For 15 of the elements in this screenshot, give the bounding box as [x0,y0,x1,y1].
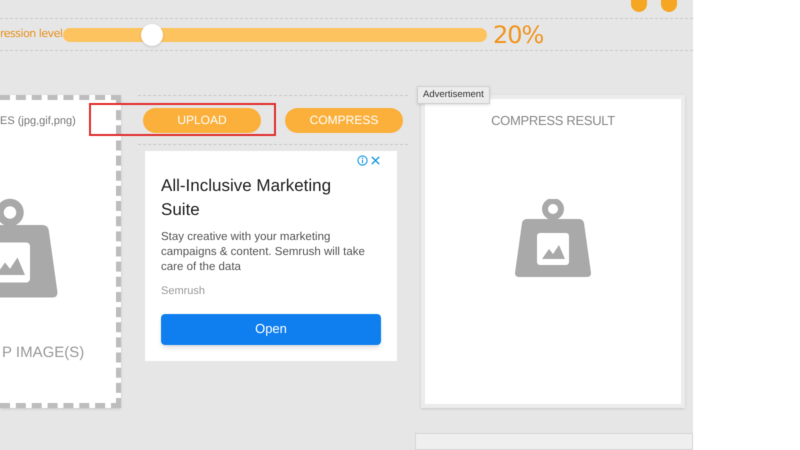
close-icon[interactable] [370,155,381,166]
compression-percent: 20% [493,20,544,51]
slider-label: ression level [0,26,63,42]
ad-body: Stay creative with your marketing campaigns & content. Semrush will take care of the data [161,230,366,276]
drop-zone[interactable]: ES (jpg,gif,png) P IMAGE(S) [0,95,121,408]
weight-icon [513,198,593,279]
open-button[interactable]: Open [161,314,381,345]
info-icon[interactable] [357,155,368,166]
file-types-hint: ES (jpg,gif,png) [0,114,76,130]
drop-caption: P IMAGE(S) [2,342,84,363]
ad-title: All-Inclusive Marketing Suite [161,175,332,222]
result-title: COMPRESS RESULT [491,112,615,130]
slider-thumb[interactable] [141,24,164,46]
advertisement-tooltip: Advertisement [417,86,490,104]
advertiser-name: Semrush [161,284,206,300]
